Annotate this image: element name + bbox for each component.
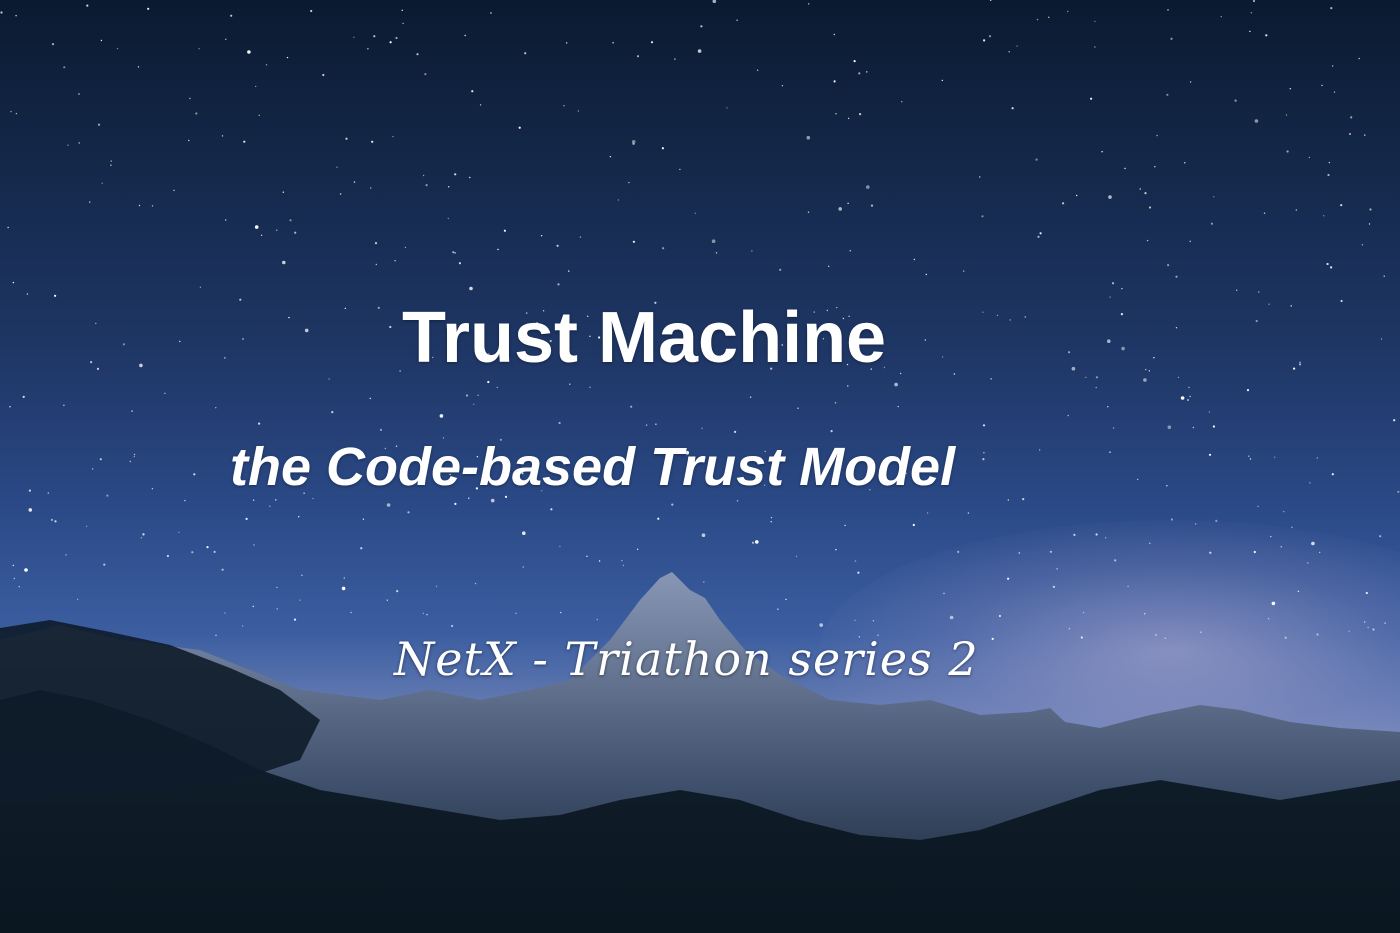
- series-tagline: NetX - Triathon series 2: [394, 632, 979, 686]
- page-title: Trust Machine: [402, 298, 887, 378]
- poster-scene: Trust Machine the Code-based Trust Model…: [0, 0, 1400, 933]
- page-subtitle: the Code-based Trust Model: [230, 437, 956, 497]
